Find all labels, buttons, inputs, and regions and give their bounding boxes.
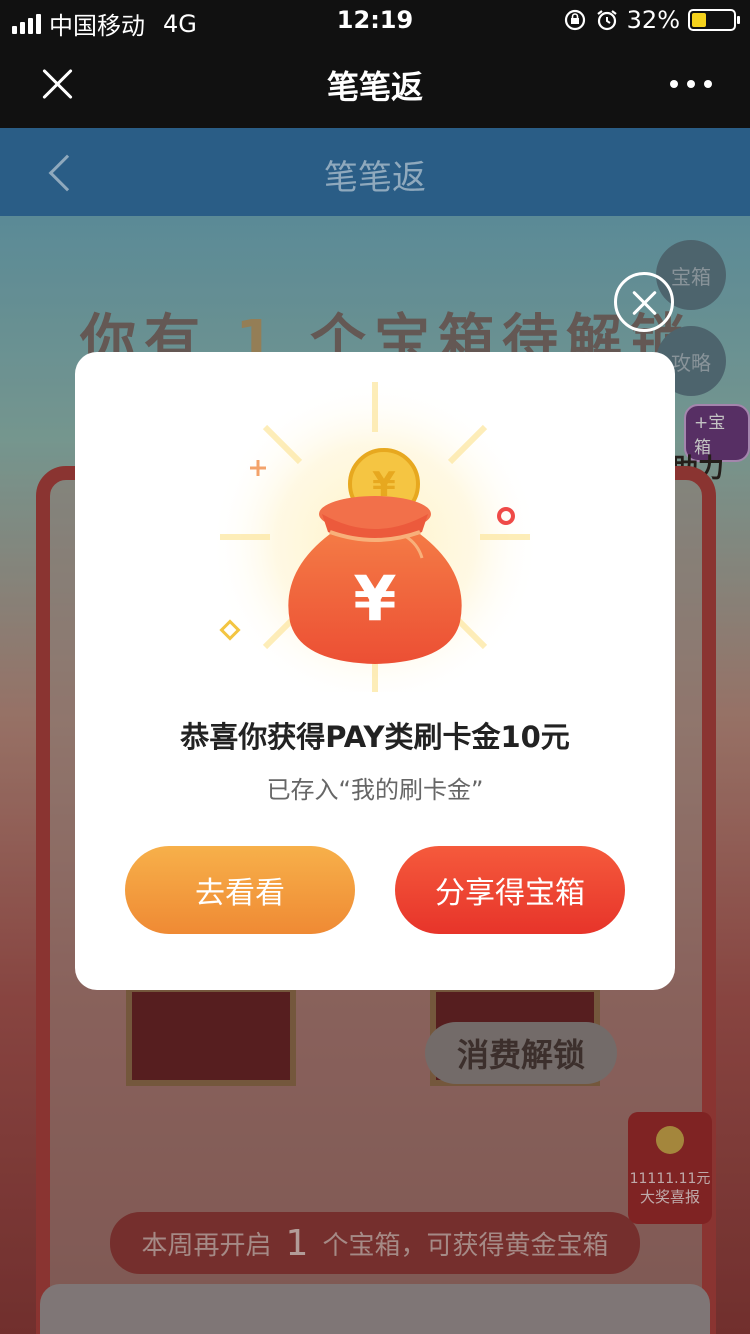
- battery-percent: 32%: [626, 6, 680, 34]
- reward-modal: ¥ ¥ 恭喜你获得PAY类刷卡金10元 已存入“我的刷卡金” 去看看 分享得宝箱: [75, 352, 675, 990]
- more-dots-icon[interactable]: [670, 80, 712, 88]
- money-bag-icon: ¥ ¥: [210, 372, 540, 692]
- page-nav: 笔笔返: [0, 128, 750, 216]
- page-title: 笔笔返: [324, 158, 426, 198]
- app-title: 笔笔返: [326, 68, 423, 106]
- app-header: 笔笔返: [0, 40, 750, 128]
- battery-icon: [688, 9, 740, 31]
- reward-sub-message: 已存入“我的刷卡金”: [266, 776, 484, 804]
- svg-text:¥: ¥: [353, 562, 396, 635]
- share-button[interactable]: 分享得宝箱: [395, 846, 625, 934]
- rotation-lock-icon: [564, 9, 585, 31]
- status-right: 32%: [563, 6, 740, 34]
- status-bar: 中国移动 4G 12:19 32%: [0, 0, 750, 40]
- circle-close-icon[interactable]: [614, 272, 674, 332]
- reward-message: 恭喜你获得PAY类刷卡金10元: [180, 720, 570, 754]
- alarm-icon: [596, 10, 617, 31]
- view-button[interactable]: 去看看: [125, 846, 355, 934]
